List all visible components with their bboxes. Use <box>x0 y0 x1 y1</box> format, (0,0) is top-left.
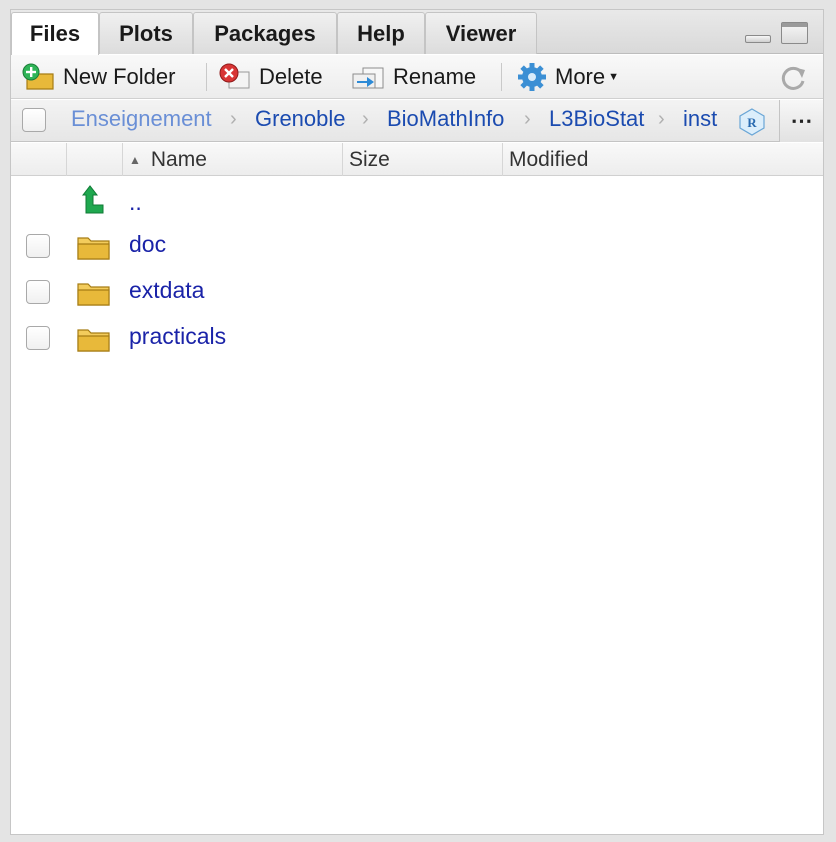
new-folder-button[interactable]: New Folder <box>21 55 175 99</box>
maximize-icon[interactable] <box>781 22 808 44</box>
header-checkbox-cell <box>11 143 67 176</box>
tab-bar: Files Plots Packages Help Viewer <box>11 10 823 55</box>
gear-icon <box>518 63 546 91</box>
r-project-icon[interactable]: R <box>736 107 768 137</box>
breadcrumb-item[interactable]: Grenoble <box>255 106 346 132</box>
delete-label: Delete <box>259 64 323 89</box>
toolbar-divider <box>501 63 502 91</box>
rename-icon <box>352 67 384 89</box>
table-row[interactable]: doc <box>11 223 823 269</box>
breadcrumb: Enseignement › Grenoble › BioMathInfo › … <box>11 100 823 142</box>
svg-text:R: R <box>747 115 757 130</box>
file-name-link[interactable]: .. <box>129 189 142 216</box>
column-header-name[interactable]: ▲ Name <box>123 143 343 176</box>
tab-viewer[interactable]: Viewer <box>425 12 537 54</box>
chevron-right-icon: › <box>230 108 237 130</box>
minimize-icon[interactable] <box>745 35 771 43</box>
column-header-size-label: Size <box>349 147 390 171</box>
rename-button[interactable]: Rename <box>351 55 476 99</box>
breadcrumb-item[interactable]: BioMathInfo <box>387 106 504 132</box>
folder-icon <box>77 237 110 260</box>
new-folder-label: New Folder <box>63 64 176 89</box>
row-checkbox[interactable] <box>26 326 50 350</box>
files-pane: Files Plots Packages Help Viewer New Fol… <box>10 9 824 835</box>
breadcrumb-item[interactable]: inst <box>683 106 717 132</box>
column-header-name-label: Name <box>150 147 207 171</box>
column-header-modified-label: Modified <box>509 147 589 171</box>
dropdown-caret-icon: ▼ <box>608 71 620 83</box>
table-row[interactable]: practicals <box>11 315 823 361</box>
sort-ascending-icon: ▲ <box>129 152 141 167</box>
breadcrumb-item[interactable]: Enseignement <box>71 106 212 132</box>
files-toolbar: New Folder Delete Rename More ▼ <box>11 55 823 99</box>
rename-label: Rename <box>393 64 477 89</box>
file-name-link[interactable]: practicals <box>129 323 226 350</box>
row-checkbox[interactable] <box>26 280 50 304</box>
file-list-header: ▲ Name Size Modified <box>11 143 823 176</box>
refresh-icon[interactable] <box>779 64 809 92</box>
new-folder-icon <box>22 63 54 90</box>
parent-directory-icon <box>81 185 104 214</box>
chevron-right-icon: › <box>524 108 531 130</box>
tab-files[interactable]: Files <box>11 12 99 55</box>
breadcrumb-item[interactable]: L3BioStat <box>549 106 644 132</box>
file-name-link[interactable]: extdata <box>129 277 204 304</box>
column-header-size[interactable]: Size <box>343 143 503 176</box>
toolbar-divider <box>206 63 207 91</box>
table-row[interactable]: .. <box>11 177 823 223</box>
more-button[interactable]: More ▼ <box>515 55 619 99</box>
table-row[interactable]: extdata <box>11 269 823 315</box>
column-header-modified[interactable]: Modified <box>503 143 823 176</box>
delete-icon <box>219 63 250 89</box>
tab-plots[interactable]: Plots <box>99 12 193 54</box>
tab-help[interactable]: Help <box>337 12 425 54</box>
row-checkbox[interactable] <box>26 234 50 258</box>
folder-icon <box>77 283 110 306</box>
more-options-button[interactable]: ⋯ <box>779 100 823 142</box>
folder-icon <box>77 329 110 352</box>
tab-packages[interactable]: Packages <box>193 12 337 54</box>
chevron-right-icon: › <box>658 108 665 130</box>
more-label: More <box>555 64 606 89</box>
file-name-link[interactable]: doc <box>129 231 166 258</box>
header-icon-cell <box>67 143 123 176</box>
delete-button[interactable]: Delete <box>217 55 323 99</box>
chevron-right-icon: › <box>362 108 369 130</box>
select-all-checkbox[interactable] <box>22 108 46 132</box>
